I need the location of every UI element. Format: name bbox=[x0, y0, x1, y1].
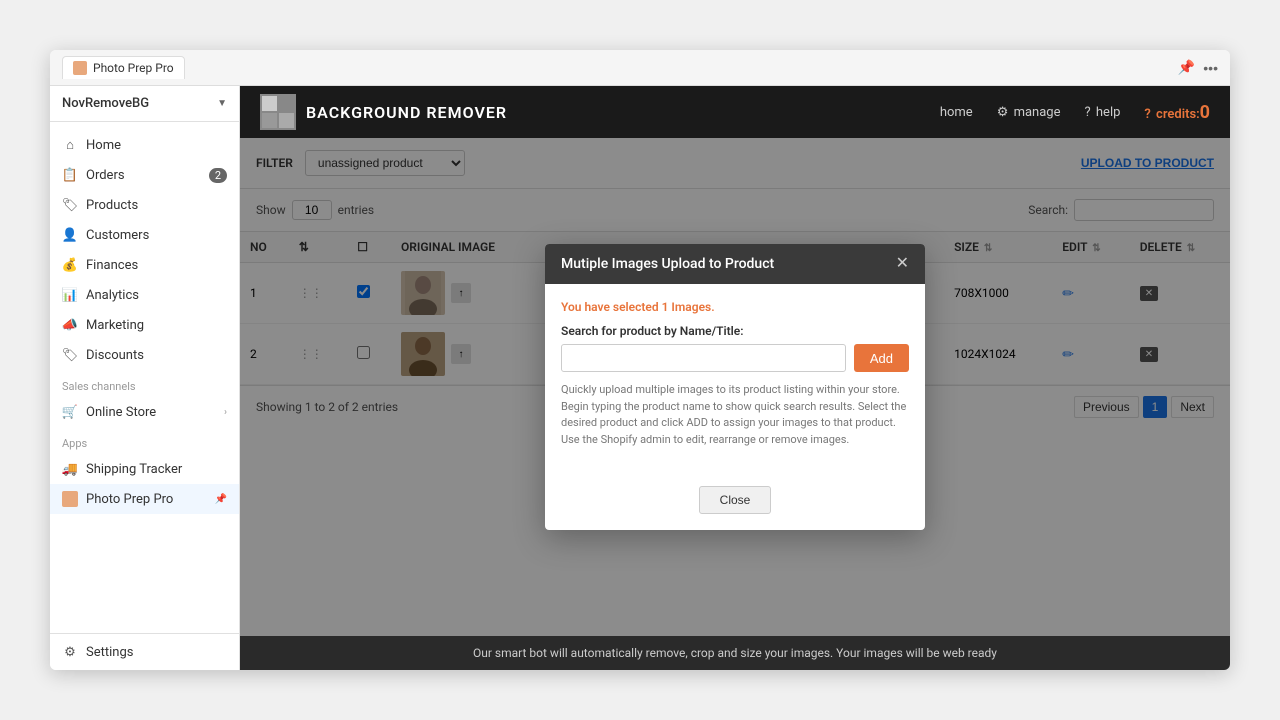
sidebar-item-home[interactable]: ⌂ Home bbox=[50, 130, 239, 160]
sidebar: NovRemoveBG ▼ ⌂ Home 📋 Orders 2 🏷 Produc… bbox=[50, 86, 240, 670]
nav-manage[interactable]: ⚙ manage bbox=[997, 105, 1061, 120]
settings-label: Settings bbox=[86, 645, 133, 660]
sidebar-item-discounts[interactable]: 🏷 Discounts bbox=[50, 340, 239, 370]
sidebar-item-label-finances: Finances bbox=[86, 258, 138, 273]
orders-badge: 2 bbox=[209, 168, 227, 183]
orders-icon: 📋 bbox=[62, 167, 78, 183]
sidebar-item-marketing[interactable]: 📣 Marketing bbox=[50, 310, 239, 340]
nav-home[interactable]: home bbox=[940, 105, 973, 120]
sidebar-item-label-shipping: Shipping Tracker bbox=[86, 462, 182, 477]
sidebar-item-label-home: Home bbox=[86, 138, 121, 153]
app-logo: BACKGROUND REMOVER bbox=[260, 94, 507, 130]
tab-label: Photo Prep Pro bbox=[93, 61, 174, 75]
app-header: BACKGROUND REMOVER home ⚙ manage ? help … bbox=[240, 86, 1230, 138]
modal-body: You have selected 1 Images. Search for p… bbox=[545, 284, 925, 478]
tab-icon bbox=[73, 61, 87, 75]
pin-nav-icon: 📌 bbox=[215, 494, 227, 505]
sidebar-settings[interactable]: ⚙ Settings bbox=[50, 633, 239, 670]
modal-add-button[interactable]: Add bbox=[854, 344, 909, 372]
sidebar-item-label-online-store: Online Store bbox=[86, 405, 156, 420]
logo-icon bbox=[260, 94, 296, 130]
marketing-icon: 📣 bbox=[62, 317, 78, 333]
sidebar-item-label-products: Products bbox=[86, 198, 138, 213]
sidebar-item-analytics[interactable]: 📊 Analytics bbox=[50, 280, 239, 310]
sales-channels-section: Sales channels bbox=[50, 370, 239, 397]
more-button[interactable]: ••• bbox=[1203, 59, 1218, 76]
logo-text: BACKGROUND REMOVER bbox=[306, 103, 507, 122]
products-icon: 🏷 bbox=[62, 197, 78, 213]
sidebar-item-label-discounts: Discounts bbox=[86, 348, 144, 363]
finances-icon: 💰 bbox=[62, 257, 78, 273]
sidebar-item-label-marketing: Marketing bbox=[86, 318, 144, 333]
apps-section: Apps bbox=[50, 427, 239, 454]
store-dropdown-arrow: ▼ bbox=[217, 98, 227, 109]
modal-header: Mutiple Images Upload to Product ✕ bbox=[545, 244, 925, 284]
browser-tab[interactable]: Photo Prep Pro bbox=[62, 56, 185, 79]
nav-help[interactable]: ? help bbox=[1085, 105, 1121, 120]
modal-footer: Close bbox=[545, 478, 925, 530]
pin-button[interactable]: 📌 bbox=[1178, 59, 1195, 76]
sidebar-item-products[interactable]: 🏷 Products bbox=[50, 190, 239, 220]
sidebar-item-customers[interactable]: 👤 Customers bbox=[50, 220, 239, 250]
main-content: BACKGROUND REMOVER home ⚙ manage ? help … bbox=[240, 86, 1230, 670]
nav-credits[interactable]: ? credits:0 bbox=[1144, 102, 1210, 123]
photo-prep-icon bbox=[62, 491, 78, 507]
modal: Mutiple Images Upload to Product ✕ You h… bbox=[545, 244, 925, 530]
sidebar-item-label-photo-prep: Photo Prep Pro bbox=[86, 492, 173, 507]
modal-selected-text: You have selected 1 Images. bbox=[561, 300, 909, 314]
content-area: FILTER unassigned product all products a… bbox=[240, 138, 1230, 636]
app-nav: home ⚙ manage ? help ? credits:0 bbox=[940, 102, 1210, 123]
discounts-icon: 🏷 bbox=[62, 347, 78, 363]
chevron-right-icon: › bbox=[224, 407, 227, 418]
sidebar-item-orders[interactable]: 📋 Orders 2 bbox=[50, 160, 239, 190]
modal-search-input[interactable] bbox=[561, 344, 846, 372]
sidebar-item-online-store[interactable]: 🛒 Online Store › bbox=[50, 397, 239, 427]
sidebar-item-label-customers: Customers bbox=[86, 228, 149, 243]
modal-search-row: Add bbox=[561, 344, 909, 372]
analytics-icon: 📊 bbox=[62, 287, 78, 303]
shipping-icon: 🚚 bbox=[62, 461, 78, 477]
modal-close-x-button[interactable]: ✕ bbox=[896, 256, 909, 272]
sidebar-item-label-orders: Orders bbox=[86, 168, 125, 183]
sidebar-nav: ⌂ Home 📋 Orders 2 🏷 Products 👤 Customers bbox=[50, 122, 239, 633]
sidebar-item-finances[interactable]: 💰 Finances bbox=[50, 250, 239, 280]
sidebar-item-shipping-tracker[interactable]: 🚚 Shipping Tracker bbox=[50, 454, 239, 484]
settings-icon: ⚙ bbox=[62, 644, 78, 660]
nav-credits-icon: ? bbox=[1144, 107, 1150, 122]
sidebar-item-label-analytics: Analytics bbox=[86, 288, 139, 303]
modal-title: Mutiple Images Upload to Product bbox=[561, 256, 774, 272]
store-name: NovRemoveBG bbox=[62, 96, 149, 111]
browser-actions: 📌 ••• bbox=[1178, 59, 1218, 76]
bottom-banner-text: Our smart bot will automatically remove,… bbox=[473, 646, 997, 660]
modal-close-button[interactable]: Close bbox=[699, 486, 772, 514]
modal-overlay: Mutiple Images Upload to Product ✕ You h… bbox=[240, 138, 1230, 636]
nav-help-icon: ? bbox=[1085, 105, 1091, 120]
modal-search-label: Search for product by Name/Title: bbox=[561, 324, 909, 338]
customers-icon: 👤 bbox=[62, 227, 78, 243]
bottom-banner: Our smart bot will automatically remove,… bbox=[240, 636, 1230, 670]
sidebar-item-photo-prep[interactable]: Photo Prep Pro 📌 bbox=[50, 484, 239, 514]
store-selector[interactable]: NovRemoveBG ▼ bbox=[50, 86, 239, 122]
browser-toolbar: Photo Prep Pro 📌 ••• bbox=[50, 50, 1230, 86]
modal-description: Quickly upload multiple images to its pr… bbox=[561, 382, 909, 448]
online-store-icon: 🛒 bbox=[62, 404, 78, 420]
home-icon: ⌂ bbox=[62, 137, 78, 153]
nav-manage-icon: ⚙ bbox=[997, 105, 1009, 120]
